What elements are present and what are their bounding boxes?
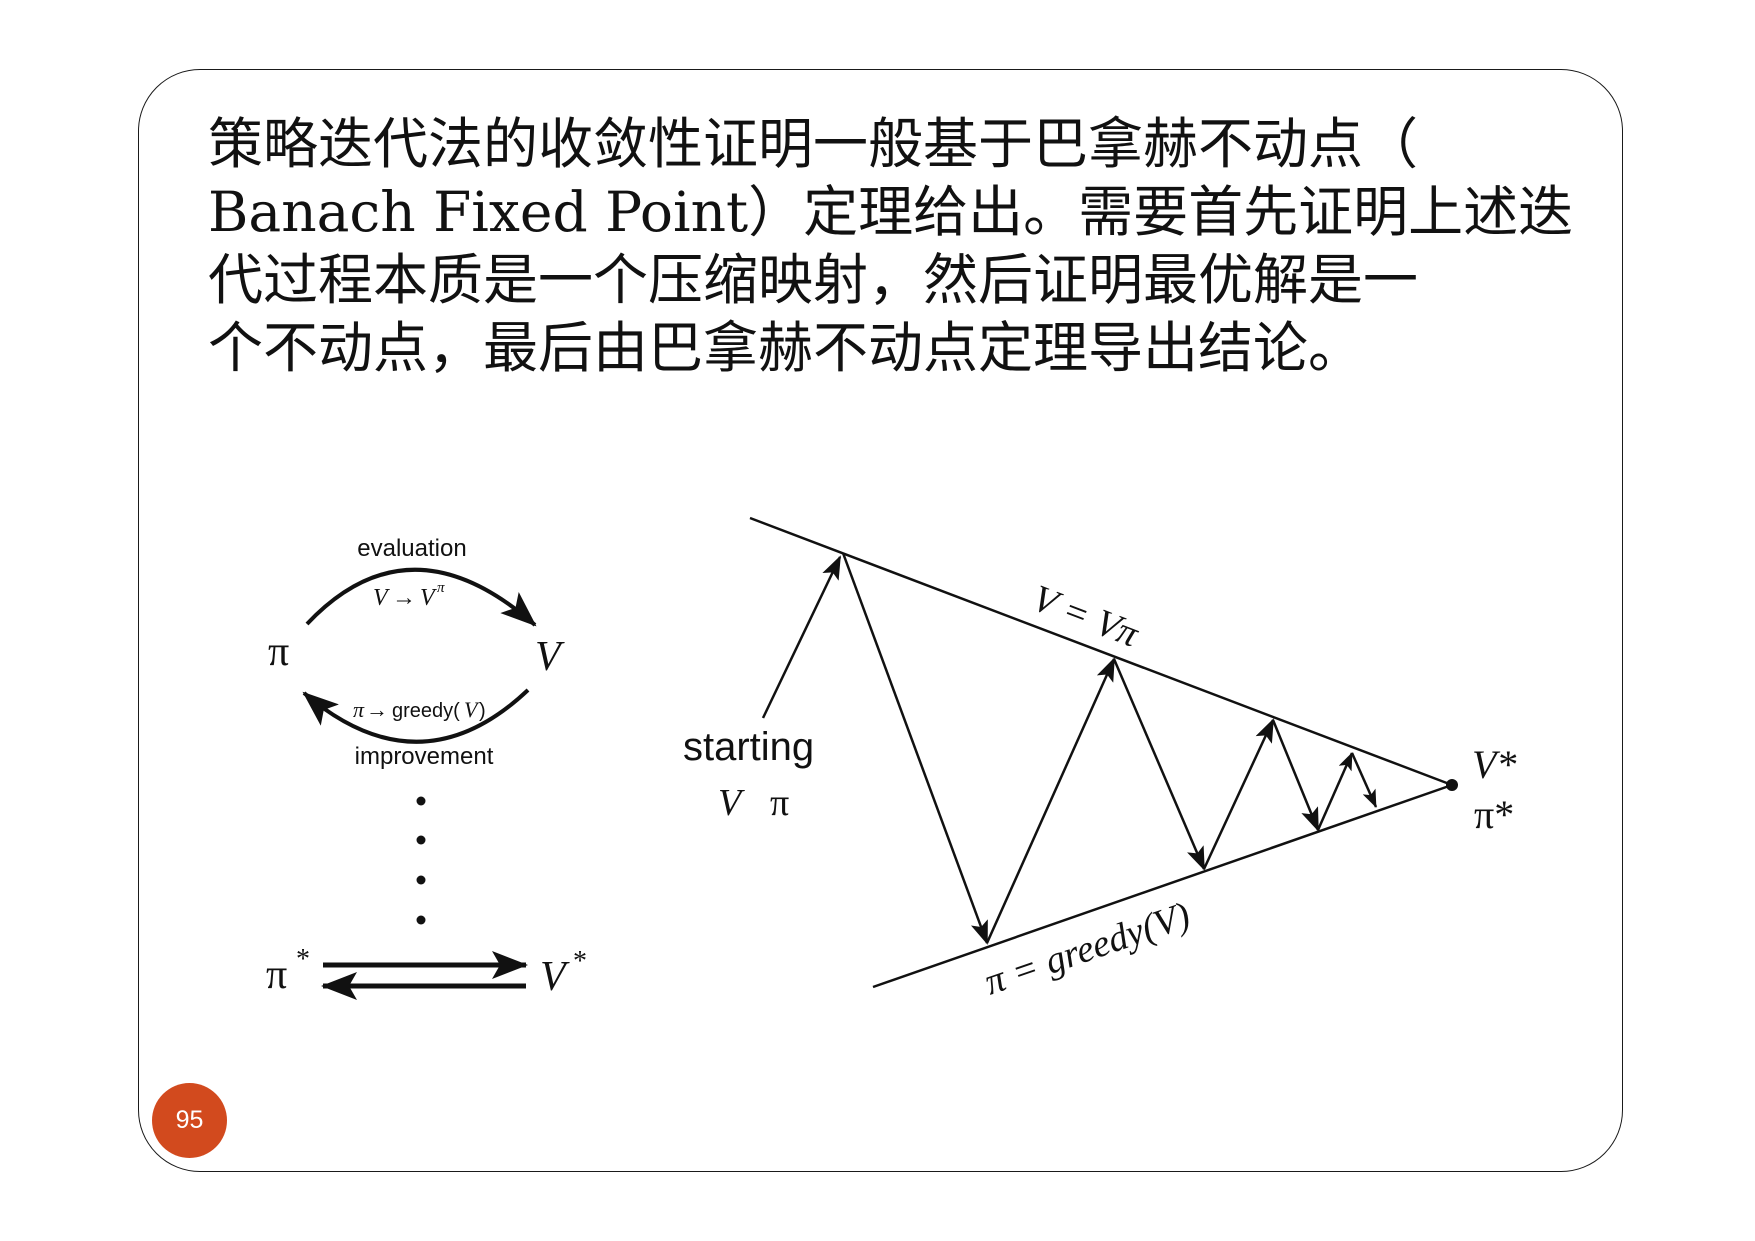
zigzag-seg-7 — [1350, 752, 1378, 808]
eval-formula-v: V — [373, 585, 390, 611]
convergence-diagram: V = Vπ π = greedy(V) starting V π V* π* — [683, 516, 1516, 1004]
ellipsis-dot-2 — [416, 835, 426, 845]
starting-v: V — [718, 782, 745, 824]
ellipsis-dot-1 — [416, 796, 426, 806]
eval-formula-arrow: → — [392, 585, 416, 611]
v-star-base: V — [540, 954, 570, 1000]
ellipsis-dot-3 — [416, 875, 426, 885]
lower-line — [872, 783, 1453, 989]
impr-formula-pi: π — [353, 697, 365, 722]
zigzag-seg-5 — [1271, 719, 1320, 832]
eval-formula-v2: V — [420, 585, 437, 611]
figure: evaluation V → V π π V π → greedy( V ) i… — [266, 516, 1516, 1004]
improvement-label: improvement — [355, 743, 494, 770]
page-number-badge: 95 — [152, 1083, 227, 1158]
zigzag-seg-1 — [841, 552, 989, 945]
eval-formula-sup: π — [437, 580, 445, 596]
starting-pi: π — [770, 782, 789, 824]
impr-formula-arrow: → — [366, 697, 388, 722]
v-node: V — [535, 634, 565, 680]
lower-line-label: π = greedy(V) — [979, 894, 1195, 1003]
impr-formula-close: ) — [479, 700, 486, 722]
v-star-mark: * — [573, 946, 587, 977]
evaluation-label: evaluation — [357, 535, 466, 562]
zigzag-seg-2 — [985, 657, 1116, 944]
fixed-point-dot — [1446, 779, 1458, 791]
pi-star-mark: * — [296, 944, 310, 975]
upper-line — [749, 516, 1453, 787]
pi-node: π — [268, 629, 289, 675]
zigzag-seg-3 — [1112, 658, 1206, 871]
end-pi-star: π* — [1474, 792, 1514, 837]
zigzag-seg-4 — [1202, 718, 1275, 870]
ellipsis-dot-4 — [416, 915, 426, 925]
end-v-star: V* — [1472, 742, 1516, 787]
impr-formula-v: V — [464, 697, 480, 722]
starting-word: starting — [683, 725, 814, 769]
impr-formula-greedy: greedy( — [392, 700, 460, 722]
pi-star-base: π — [266, 952, 287, 998]
policy-iteration-cycle: evaluation V → V π π V π → greedy( V ) i… — [266, 535, 587, 1000]
start-arrow — [761, 555, 842, 719]
upper-line-label: V = Vπ — [1027, 577, 1145, 656]
zigzag-seg-6 — [1316, 752, 1354, 831]
